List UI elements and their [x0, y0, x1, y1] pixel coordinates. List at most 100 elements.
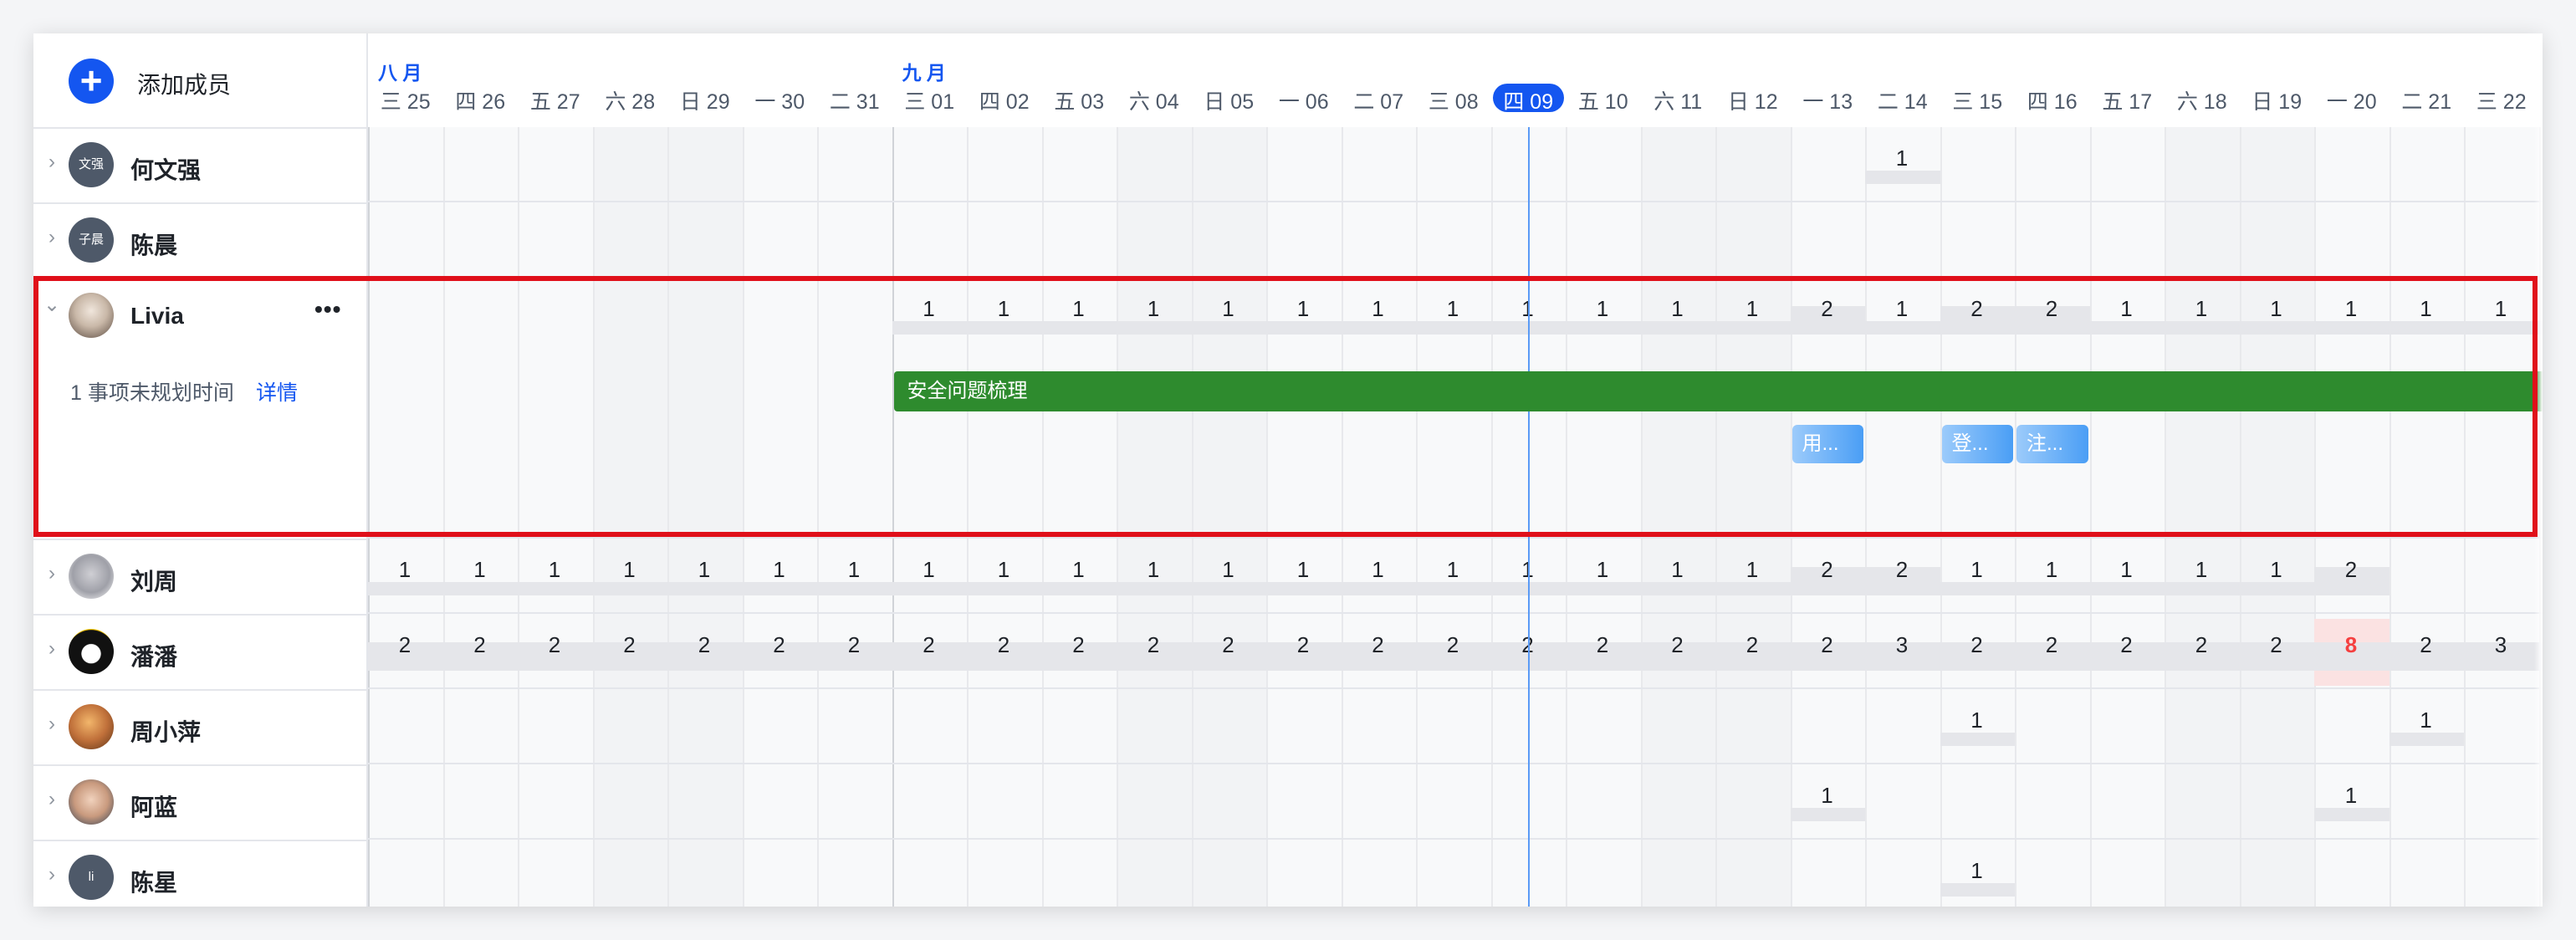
- task-chip[interactable]: 用...: [1791, 425, 1863, 463]
- workload-count[interactable]: 1: [2314, 783, 2388, 809]
- day-label[interactable]: 一 06: [1266, 85, 1342, 115]
- workload-count[interactable]: 2: [368, 632, 442, 658]
- workload-count[interactable]: 1: [1940, 858, 2014, 884]
- workload-count[interactable]: 1: [817, 557, 891, 583]
- add-member-button[interactable]: +: [69, 59, 114, 104]
- task-bar[interactable]: 安全问题梳理: [893, 371, 2543, 411]
- workload-count[interactable]: 1: [1715, 296, 1789, 322]
- workload-count[interactable]: 2: [1940, 632, 2014, 658]
- workload-count[interactable]: 1: [967, 557, 1040, 583]
- workload-count[interactable]: 1: [1042, 296, 1116, 322]
- day-label[interactable]: 二 14: [1865, 85, 1940, 115]
- member-row[interactable]: ⌄ Livia ••• 1 事项未规划时间 详情: [33, 278, 366, 540]
- workload-count[interactable]: 1: [1266, 557, 1340, 583]
- member-name[interactable]: Livia: [130, 303, 184, 330]
- day-label[interactable]: 三 22: [2464, 85, 2539, 115]
- day-label[interactable]: 三 01: [892, 85, 968, 115]
- workload-count[interactable]: 8: [2314, 632, 2388, 658]
- day-label[interactable]: 五 27: [518, 85, 593, 115]
- day-label[interactable]: 六 11: [1641, 85, 1716, 115]
- workload-count[interactable]: 1: [1641, 296, 1715, 322]
- workload-count[interactable]: 1: [2389, 708, 2463, 733]
- workload-count[interactable]: 2: [1940, 296, 2014, 322]
- workload-count[interactable]: 2: [1791, 632, 1864, 658]
- workload-count[interactable]: 2: [1791, 557, 1864, 583]
- day-label[interactable]: 六 18: [2165, 85, 2240, 115]
- member-row[interactable]: › 文强 何文强: [33, 127, 366, 204]
- workload-count[interactable]: 1: [967, 296, 1040, 322]
- member-row[interactable]: › 潘潘: [33, 614, 366, 691]
- workload-count[interactable]: 1: [593, 557, 667, 583]
- workload-count[interactable]: 1: [1865, 296, 1939, 322]
- day-label[interactable]: 二 21: [2389, 85, 2465, 115]
- day-label[interactable]: 日 12: [1715, 85, 1791, 115]
- day-label[interactable]: 一 20: [2314, 85, 2389, 115]
- day-label[interactable]: 二 07: [1342, 85, 1417, 115]
- chevron-right-icon[interactable]: ›: [43, 151, 60, 174]
- workload-count[interactable]: 1: [1566, 557, 1639, 583]
- day-label[interactable]: 一 30: [743, 85, 818, 115]
- workload-count[interactable]: 1: [1042, 557, 1116, 583]
- day-label[interactable]: 日 19: [2240, 85, 2315, 115]
- workload-count[interactable]: 1: [1791, 783, 1864, 809]
- workload-count[interactable]: 1: [1940, 557, 2014, 583]
- workload-count[interactable]: 1: [1416, 296, 1490, 322]
- workload-count[interactable]: 1: [518, 557, 591, 583]
- workload-count[interactable]: 1: [2165, 296, 2238, 322]
- member-name[interactable]: 刘周: [130, 564, 177, 597]
- workload-count[interactable]: 1: [1266, 296, 1340, 322]
- day-label[interactable]: 三 25: [368, 85, 443, 115]
- workload-count[interactable]: 1: [667, 557, 741, 583]
- day-label[interactable]: 五 17: [2090, 85, 2165, 115]
- workload-count[interactable]: 2: [892, 632, 966, 658]
- workload-count[interactable]: 2: [593, 632, 667, 658]
- member-row[interactable]: › 刘周: [33, 539, 366, 616]
- workload-count[interactable]: 1: [1566, 296, 1639, 322]
- day-label[interactable]: 三 08: [1416, 85, 1491, 115]
- workload-count[interactable]: 1: [2165, 557, 2238, 583]
- task-chip[interactable]: 注...: [2016, 425, 2088, 463]
- day-label[interactable]: 五 03: [1042, 85, 1117, 115]
- workload-count[interactable]: 2: [2015, 296, 2088, 322]
- workload-count[interactable]: 2: [817, 632, 891, 658]
- chevron-right-icon[interactable]: ›: [43, 788, 60, 811]
- workload-count[interactable]: 1: [1641, 557, 1715, 583]
- workload-count[interactable]: 1: [2090, 296, 2164, 322]
- workload-count[interactable]: 2: [2090, 632, 2164, 658]
- chevron-right-icon[interactable]: ›: [43, 562, 60, 585]
- day-label[interactable]: 一 13: [1791, 85, 1866, 115]
- member-row[interactable]: › 周小萍: [33, 689, 366, 766]
- chevron-right-icon[interactable]: ›: [43, 226, 60, 249]
- workload-count[interactable]: 1: [2090, 557, 2164, 583]
- member-row[interactable]: › 阿蓝: [33, 764, 366, 841]
- day-label[interactable]: 四 16: [2015, 85, 2090, 115]
- workload-count[interactable]: 1: [2240, 296, 2313, 322]
- workload-count[interactable]: 3: [2464, 632, 2538, 658]
- member-name[interactable]: 潘潘: [130, 639, 177, 672]
- workload-count[interactable]: 2: [2240, 632, 2313, 658]
- workload-count[interactable]: 1: [2240, 557, 2313, 583]
- workload-count[interactable]: 2: [1566, 632, 1639, 658]
- workload-count[interactable]: 2: [2314, 557, 2388, 583]
- day-label[interactable]: 四 02: [967, 85, 1042, 115]
- workload-count[interactable]: 2: [1865, 557, 1939, 583]
- workload-count[interactable]: 2: [1791, 296, 1864, 322]
- task-chip[interactable]: 登...: [1941, 425, 2013, 463]
- workload-count[interactable]: 2: [967, 632, 1040, 658]
- more-horizontal-icon[interactable]: •••: [314, 296, 341, 323]
- member-name[interactable]: 陈星: [130, 865, 177, 898]
- chevron-right-icon[interactable]: ›: [43, 713, 60, 736]
- member-row[interactable]: › 子晨 陈晨: [33, 202, 366, 279]
- chevron-right-icon[interactable]: ›: [43, 637, 60, 661]
- day-label[interactable]: 日 29: [667, 85, 743, 115]
- workload-count[interactable]: 1: [892, 296, 966, 322]
- workload-count[interactable]: 2: [2389, 632, 2463, 658]
- detail-link[interactable]: 详情: [256, 376, 298, 406]
- workload-count[interactable]: 1: [1192, 296, 1265, 322]
- member-name[interactable]: 陈晨: [130, 227, 177, 261]
- workload-count[interactable]: 1: [1865, 146, 1939, 171]
- workload-count[interactable]: 1: [743, 557, 816, 583]
- day-label[interactable]: 三 15: [1940, 85, 2016, 115]
- workload-count[interactable]: 2: [667, 632, 741, 658]
- day-label[interactable]: 二 31: [817, 85, 892, 115]
